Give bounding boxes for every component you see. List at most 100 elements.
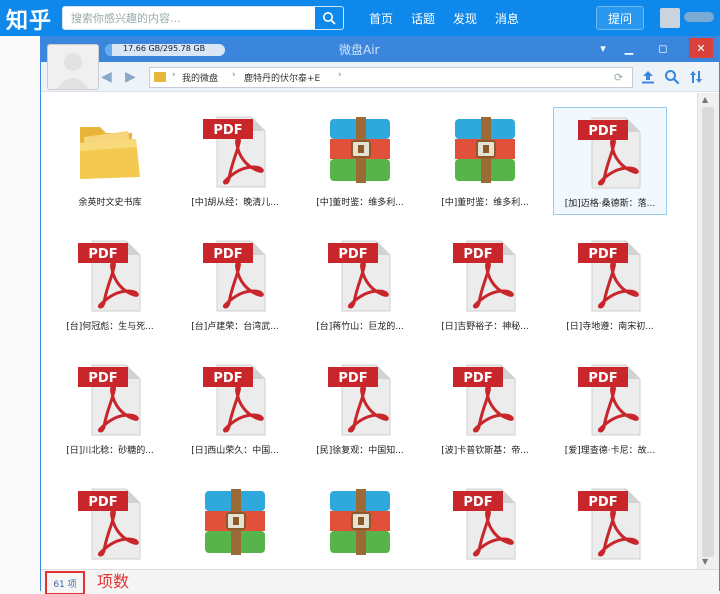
zhihu-search-button[interactable] bbox=[315, 7, 343, 29]
pdf-badge-text: PDF bbox=[88, 495, 117, 510]
pdf-file-icon: PDF bbox=[453, 240, 516, 312]
file-item[interactable]: [中]董时鉴：维多利... bbox=[303, 107, 417, 215]
nav-messages[interactable]: 消息 bbox=[495, 10, 519, 27]
maximize-button[interactable]: ◻ bbox=[653, 38, 673, 58]
ask-button[interactable]: 提问 bbox=[596, 6, 644, 30]
pdf-file-icon: PDF bbox=[78, 240, 141, 312]
file-item[interactable]: PDF [日]寺地遵：南宋初... bbox=[553, 231, 667, 339]
file-icon-wrap: PDF bbox=[570, 361, 650, 437]
file-item[interactable]: PDF [台]蒋竹山：巨龙的... bbox=[303, 231, 417, 339]
folder-icon bbox=[80, 127, 140, 179]
zhihu-logo[interactable]: 知乎 bbox=[6, 3, 52, 35]
file-name-label: [中]董时鉴：维多利... bbox=[441, 198, 529, 208]
file-icon-wrap: PDF bbox=[320, 237, 400, 313]
file-item[interactable]: PDF [台]卢建荣：台湾武... bbox=[178, 231, 292, 339]
file-item[interactable]: [中]董时鉴：维多利... bbox=[428, 107, 542, 215]
zhihu-search-input[interactable] bbox=[63, 7, 313, 30]
scroll-down-arrow-icon[interactable]: ▼ bbox=[702, 557, 708, 566]
folder-item[interactable]: 余英时文史书库 bbox=[53, 107, 167, 215]
file-item[interactable]: PDF [日]川北稔：砂糖的... bbox=[53, 355, 167, 463]
file-icon-wrap: PDF bbox=[70, 485, 150, 561]
file-item[interactable]: [美]傅葆石：双城故... bbox=[178, 479, 292, 569]
breadcrumb-my-disk[interactable]: 我的微盘 bbox=[182, 71, 218, 84]
file-icon-wrap: PDF bbox=[445, 237, 525, 313]
file-name-label: [台]蒋竹山：巨龙的... bbox=[316, 322, 404, 332]
account-avatar[interactable] bbox=[47, 44, 99, 90]
file-icon-wrap: PDF bbox=[445, 485, 525, 561]
pdf-file-icon: PDF bbox=[328, 240, 391, 312]
scroll-up-arrow-icon[interactable]: ▲ bbox=[702, 95, 708, 104]
pdf-badge-text: PDF bbox=[588, 371, 617, 386]
file-item[interactable]: PDF [爱]理查德·卡尼：故... bbox=[553, 355, 667, 463]
refresh-icon[interactable]: ⟳ bbox=[614, 71, 623, 84]
vertical-scrollbar[interactable]: ▲ ▼ bbox=[697, 93, 719, 569]
storage-usage-text: 17.66 GB/295.78 GB bbox=[123, 44, 206, 53]
close-button[interactable]: ✕ bbox=[689, 38, 713, 58]
rar-archive-icon bbox=[205, 489, 265, 555]
upload-icon bbox=[642, 71, 654, 84]
user-avatar[interactable] bbox=[660, 8, 680, 28]
maximize-icon: ◻ bbox=[658, 41, 668, 55]
pdf-file-icon: PDF bbox=[453, 488, 516, 560]
annotation-label: 项数 bbox=[97, 572, 130, 591]
upload-button[interactable] bbox=[639, 68, 657, 86]
dropdown-menu-button[interactable]: ▾ bbox=[593, 38, 613, 58]
file-item[interactable]: PDF [美]伊佩霞：早期中... bbox=[53, 479, 167, 569]
back-arrow-icon[interactable]: ◀ bbox=[101, 69, 112, 85]
file-name-label: [台]何冠彪：生与死... bbox=[66, 322, 154, 332]
breadcrumb-current-folder[interactable]: 鹿特丹的伏尔泰+E bbox=[244, 71, 320, 84]
item-count: 61 项 bbox=[45, 571, 85, 594]
address-bar[interactable]: › 我的微盘 › 鹿特丹的伏尔泰+E › ⟳ bbox=[149, 67, 633, 88]
file-icon-wrap: PDF bbox=[570, 237, 650, 313]
file-name-label: [日]西山荣久：中国... bbox=[191, 446, 279, 456]
file-icon-wrap: PDF bbox=[195, 237, 275, 313]
minimize-icon: ▁ bbox=[624, 41, 634, 55]
window-titlebar[interactable]: 17.66 GB/295.78 GB 微盘Air ▾ ▁ ◻ ✕ bbox=[41, 36, 719, 62]
pdf-badge-text: PDF bbox=[463, 371, 492, 386]
file-item[interactable]: PDF [美]卢汉超：叫街者... bbox=[553, 479, 667, 569]
file-item[interactable]: PDF [波]卡普钦斯基：帝... bbox=[428, 355, 542, 463]
file-icon-wrap: PDF bbox=[320, 361, 400, 437]
nav-discover[interactable]: 发现 bbox=[453, 10, 477, 27]
forward-arrow-icon[interactable]: ▶ bbox=[125, 69, 136, 85]
zhihu-top-bar: 知乎 首页 话题 发现 消息 提问 bbox=[0, 0, 720, 36]
file-item[interactable]: PDF [民]徐复观：中国知... bbox=[303, 355, 417, 463]
file-name-label: [中]胡从经：晚清儿... bbox=[191, 198, 279, 208]
pdf-badge-text: PDF bbox=[463, 247, 492, 262]
pdf-file-icon: PDF bbox=[203, 240, 266, 312]
minimize-button[interactable]: ▁ bbox=[619, 38, 639, 58]
pdf-file-icon: PDF bbox=[578, 488, 641, 560]
file-name-label: [爱]理查德·卡尼：故... bbox=[564, 446, 656, 456]
file-item[interactable]: PDF [加]迈格·桑德斯：落... bbox=[553, 107, 667, 215]
file-icon-wrap bbox=[320, 485, 400, 561]
search-button[interactable] bbox=[663, 68, 681, 86]
pdf-badge-text: PDF bbox=[213, 123, 242, 138]
breadcrumb-separator: › bbox=[338, 70, 342, 80]
file-item[interactable]: PDF [日]吉野裕子：神秘... bbox=[428, 231, 542, 339]
pdf-file-icon: PDF bbox=[578, 240, 641, 312]
pdf-file-icon: PDF bbox=[578, 117, 641, 189]
file-icon-wrap: PDF bbox=[445, 361, 525, 437]
file-name-label: 余英时文史书库 bbox=[78, 198, 142, 208]
folder-icon bbox=[154, 72, 166, 82]
pdf-badge-text: PDF bbox=[213, 247, 242, 262]
file-name-label: [加]迈格·桑德斯：落... bbox=[564, 199, 656, 209]
sort-button[interactable] bbox=[687, 68, 705, 86]
rar-archive-icon bbox=[455, 117, 515, 183]
pdf-badge-text: PDF bbox=[88, 371, 117, 386]
pdf-file-icon: PDF bbox=[78, 488, 141, 560]
file-item[interactable]: PDF [美]傅葆石：灰色上... bbox=[428, 479, 542, 569]
nav-topics[interactable]: 话题 bbox=[411, 10, 435, 27]
file-icon-wrap bbox=[70, 113, 150, 189]
pdf-badge-text: PDF bbox=[88, 247, 117, 262]
scrollbar-thumb[interactable] bbox=[702, 107, 714, 557]
file-item[interactable]: PDF [日]西山荣久：中国... bbox=[178, 355, 292, 463]
pdf-file-icon: PDF bbox=[328, 364, 391, 436]
pdf-badge-text: PDF bbox=[588, 124, 617, 139]
file-item[interactable]: [美]傅葆石：双城故... bbox=[303, 479, 417, 569]
file-item[interactable]: PDF [台]何冠彪：生与死... bbox=[53, 231, 167, 339]
file-item[interactable]: PDF [中]胡从经：晚清儿... bbox=[178, 107, 292, 215]
pdf-badge-text: PDF bbox=[338, 247, 367, 262]
nav-home[interactable]: 首页 bbox=[369, 10, 393, 27]
zhihu-search-box[interactable] bbox=[62, 6, 344, 30]
